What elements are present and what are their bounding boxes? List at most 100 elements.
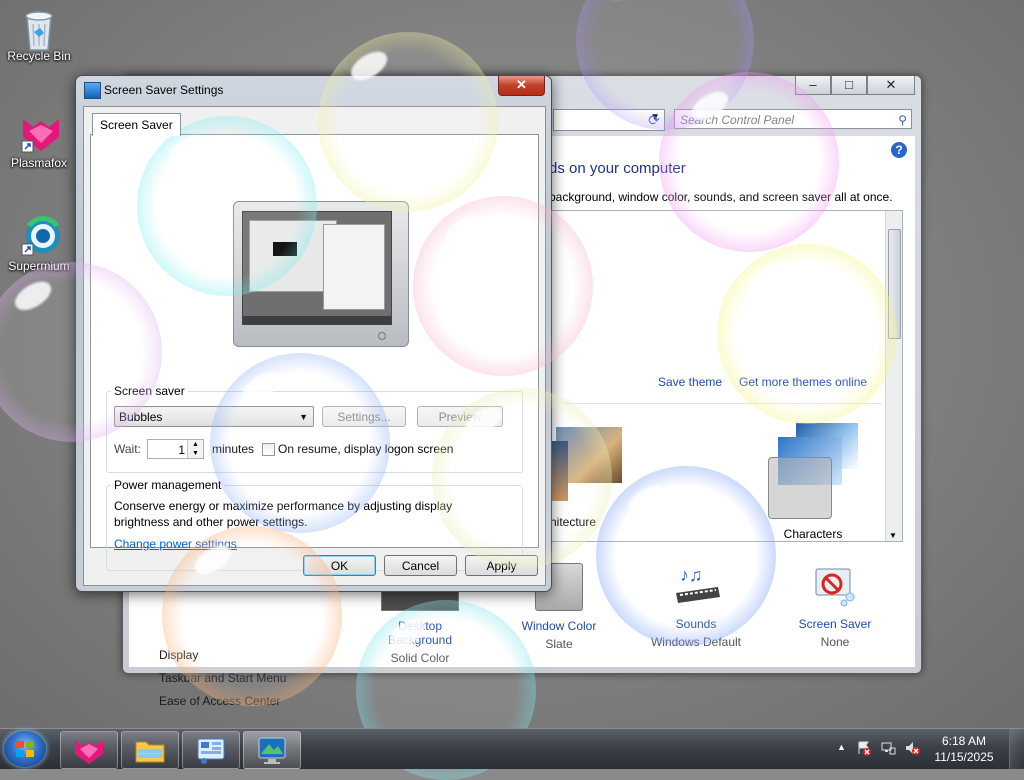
screen-saver-item[interactable]: Screen Saver None bbox=[780, 563, 890, 649]
theme-characters-preview bbox=[768, 423, 858, 519]
preview-monitor bbox=[233, 201, 409, 347]
clock[interactable]: 6:18 AM 11/15/2025 bbox=[924, 733, 1004, 765]
theme-architecture-label: hitecture bbox=[550, 515, 597, 529]
recycle-bin-shortcut[interactable]: Recycle Bin bbox=[3, 6, 75, 63]
svg-text:♪♫: ♪♫ bbox=[680, 565, 703, 585]
monitor-power-led bbox=[378, 332, 386, 340]
taskbar-screen-saver-settings[interactable] bbox=[243, 731, 301, 769]
show-hidden-icons-button[interactable]: ▲ bbox=[837, 742, 846, 752]
cancel-button[interactable]: Cancel bbox=[384, 555, 457, 576]
change-power-settings-link[interactable]: Change power settings bbox=[114, 537, 237, 551]
window-color-value: Slate bbox=[545, 637, 573, 651]
sounds-value: Windows Default bbox=[650, 635, 742, 649]
theme-architecture[interactable]: hitecture bbox=[546, 423, 636, 529]
dialog-client-area: Screen Saver Screen saver Bubbles ▼ Sett… bbox=[83, 106, 546, 586]
supermium-shortcut[interactable]: Supermium bbox=[3, 216, 75, 273]
screen-saver-group-label: Screen saver bbox=[111, 384, 188, 398]
power-management-label: Power management bbox=[111, 478, 225, 492]
tab-screen-saver[interactable]: Screen Saver bbox=[92, 113, 181, 136]
plasmafox-label: Plasmafox bbox=[10, 156, 68, 170]
taskbar-plasmafox[interactable] bbox=[60, 731, 118, 769]
resume-logon-checkbox[interactable] bbox=[262, 443, 275, 456]
start-button[interactable] bbox=[4, 731, 46, 767]
save-theme-link[interactable]: Save theme bbox=[658, 375, 722, 389]
desktop-background-value: Solid Color bbox=[390, 651, 450, 665]
maximize-button[interactable]: □ bbox=[831, 76, 867, 95]
desktop: Recycle Bin Plasmafox Supermium – □ ✕ ▼ … bbox=[0, 0, 1024, 780]
dialog-title: Screen Saver Settings bbox=[104, 83, 224, 97]
link-display[interactable]: Display bbox=[159, 644, 286, 667]
taskbar-file-explorer[interactable] bbox=[121, 731, 179, 769]
taskbar: ▲ 6:18 AM 11/15/2025 bbox=[0, 728, 1024, 769]
screen-saver-value: None bbox=[820, 635, 850, 649]
window-color-label: Window Color bbox=[521, 619, 597, 633]
theme-architecture-preview bbox=[546, 423, 636, 501]
screen-saver-window-icon bbox=[84, 82, 101, 99]
sounds-label: Sounds bbox=[675, 617, 717, 631]
page-heading: ds on your computer bbox=[549, 160, 686, 177]
sounds-icon: ♪♫ bbox=[666, 563, 726, 609]
screen-saver-icon bbox=[812, 563, 858, 609]
themes-list[interactable]: ▼ Save theme Get more themes online hite… bbox=[545, 210, 903, 542]
supermium-icon bbox=[19, 216, 60, 256]
wait-minutes-stepper[interactable]: 1 ▲ ▼ bbox=[147, 439, 204, 459]
settings-button[interactable]: Settings... bbox=[322, 406, 406, 427]
close-button[interactable]: ✕ bbox=[867, 76, 915, 95]
resume-logon-label: On resume, display logon screen bbox=[278, 442, 454, 456]
power-description: Conserve energy or maximize performance … bbox=[114, 499, 453, 529]
screen-saver-select[interactable]: Bubbles ▼ bbox=[114, 406, 314, 427]
wait-value: 1 bbox=[178, 443, 185, 457]
link-taskbar-start-menu[interactable]: Taskbar and Start Menu bbox=[159, 667, 286, 690]
scroll-down-icon[interactable]: ▼ bbox=[889, 531, 897, 540]
theme-characters-label: Characters bbox=[783, 527, 843, 541]
supermium-label: Supermium bbox=[8, 259, 70, 273]
see-also-links: Display Taskbar and Start Menu Ease of A… bbox=[159, 644, 286, 713]
preview-button[interactable]: Preview bbox=[417, 406, 503, 427]
plasmafox-icon bbox=[19, 113, 59, 153]
desktop-background-label: Desktop Background bbox=[387, 619, 453, 647]
screen-saver-tab-panel: Screen saver Bubbles ▼ Settings... Previ… bbox=[90, 134, 539, 571]
link-ease-of-access[interactable]: Ease of Access Center bbox=[159, 690, 286, 713]
search-placeholder: Search Control Panel bbox=[680, 113, 795, 127]
minimize-button[interactable]: – bbox=[795, 76, 831, 95]
taskbar-control-panel[interactable] bbox=[182, 731, 240, 769]
show-desktop-button[interactable] bbox=[1009, 729, 1024, 769]
window-controls: – □ ✕ bbox=[795, 76, 915, 95]
screen-saver-label: Screen Saver bbox=[798, 617, 872, 631]
search-control-panel-input[interactable]: Search Control Panel ⚲ bbox=[674, 109, 912, 129]
recycle-bin-icon bbox=[19, 6, 59, 51]
themes-separator bbox=[564, 403, 882, 404]
plasmafox-shortcut[interactable]: Plasmafox bbox=[3, 113, 75, 170]
system-tray: ▲ 6:18 AM 11/15/2025 bbox=[834, 729, 1024, 769]
action-center-icon[interactable] bbox=[856, 740, 872, 759]
ok-button[interactable]: OK bbox=[303, 555, 376, 576]
folder-icon bbox=[135, 741, 165, 763]
screen-saver-settings-dialog: Screen Saver Settings ✕ Screen Saver Scr… bbox=[75, 75, 552, 592]
scrollbar-thumb[interactable] bbox=[888, 229, 901, 339]
clock-date: 11/15/2025 bbox=[934, 750, 994, 764]
screen-saver-group bbox=[106, 391, 523, 473]
theme-characters[interactable]: Characters bbox=[768, 423, 858, 541]
plasmafox-taskbar-icon bbox=[75, 740, 103, 764]
control-panel-icon bbox=[197, 738, 225, 764]
page-subheading: background, window color, sounds, and sc… bbox=[549, 190, 893, 204]
wait-label: Wait: bbox=[114, 442, 141, 456]
apply-button[interactable]: Apply bbox=[465, 555, 538, 576]
themes-scrollbar[interactable]: ▼ bbox=[885, 211, 902, 541]
stepper-arrows[interactable]: ▲ ▼ bbox=[187, 440, 203, 458]
refresh-icon[interactable]: ⟳ bbox=[643, 109, 665, 131]
minutes-label: minutes bbox=[212, 442, 255, 456]
screen-saver-selected-value: Bubbles bbox=[119, 410, 163, 424]
display-settings-icon bbox=[258, 737, 286, 764]
dialog-close-button[interactable]: ✕ bbox=[498, 76, 545, 96]
get-more-themes-link[interactable]: Get more themes online bbox=[739, 375, 867, 389]
preview-screen bbox=[242, 211, 392, 325]
clock-time: 6:18 AM bbox=[941, 734, 987, 748]
search-icon[interactable]: ⚲ bbox=[898, 110, 907, 130]
chevron-down-icon: ▼ bbox=[299, 412, 308, 422]
sounds-item[interactable]: ♪♫ Sounds Windows Default bbox=[641, 563, 751, 649]
help-icon[interactable]: ? bbox=[891, 142, 907, 158]
windows-logo-icon bbox=[16, 741, 34, 757]
volume-muted-icon[interactable] bbox=[904, 740, 920, 759]
network-icon[interactable] bbox=[880, 740, 896, 759]
